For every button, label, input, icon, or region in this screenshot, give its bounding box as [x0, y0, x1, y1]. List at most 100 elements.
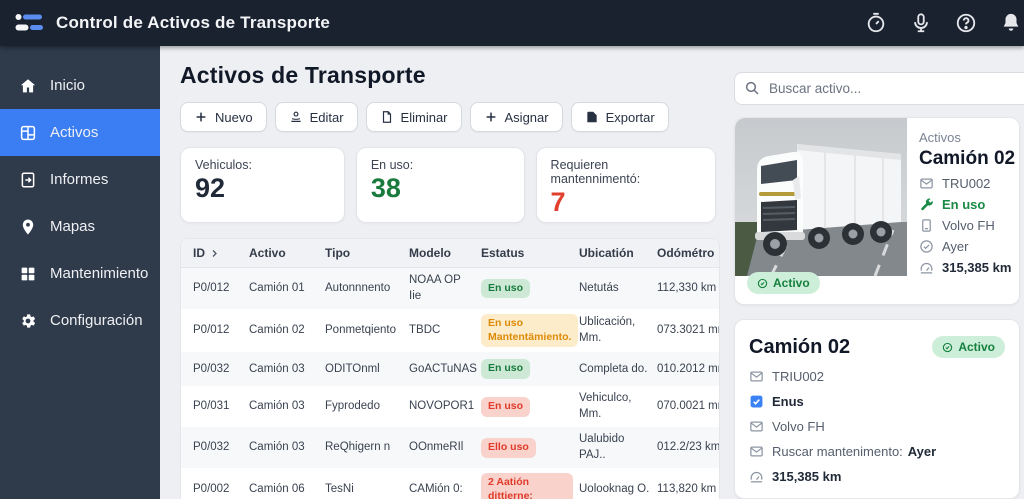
- file-icon: [380, 110, 394, 124]
- info-row: TRIU002: [749, 369, 1005, 384]
- assets-table: ID ActivoTipoModelo Estatus UbicatiónOdómét…: [180, 238, 720, 499]
- cell-activo: Camión 06: [249, 482, 325, 498]
- status-badge: Activo: [747, 272, 820, 294]
- cell-tipo: ODITOnml: [325, 362, 409, 378]
- column-label: Estatus: [481, 246, 524, 260]
- chevron-right-icon: [210, 249, 219, 258]
- cell-odometro: 113,820 km: [657, 482, 718, 498]
- column-header-estatus[interactable]: Estatus: [481, 246, 579, 260]
- button-label: Eliminar: [401, 110, 448, 125]
- cell-ubicacion: Ublicación, Mm.: [579, 315, 657, 346]
- status-badge: En uso: [481, 279, 530, 299]
- sidebar-item-informes[interactable]: Informes: [0, 156, 160, 203]
- sidebar-item-configuración[interactable]: Configuración: [0, 297, 160, 344]
- assets-icon: [19, 124, 37, 142]
- info-text: Volvo FH: [772, 419, 825, 434]
- table-row[interactable]: P0/012Camión 01AutonnnentoNOAA OP IieEn …: [181, 268, 719, 309]
- column-header-odómétro[interactable]: Odómétro: [657, 246, 714, 260]
- status-badge: Activo: [932, 336, 1005, 358]
- column-header-ubicatión[interactable]: Ubicatión: [579, 246, 657, 260]
- info-row: Ruscar mantenimento: Ayer: [749, 444, 1005, 459]
- info-row: Volvo FH: [919, 218, 1015, 233]
- envelope-icon: [749, 369, 764, 384]
- cell-activo: Camión 01: [249, 281, 325, 297]
- cell-estatus: En uso Mantentämiento.: [481, 314, 579, 347]
- info-row: Volvo FH: [749, 419, 1005, 434]
- table-row[interactable]: P0/032Camión 03ODITOnmlGoACTuNASEn usoCo…: [181, 352, 719, 386]
- editar-button[interactable]: Editar: [275, 102, 358, 132]
- eliminar-button[interactable]: Eliminar: [366, 102, 462, 132]
- featured-asset-info: Activos Camión 02 TRU002En usoVolvo FHAy…: [907, 118, 1015, 304]
- featured-asset-card[interactable]: Activos Camión 02 TRU002En usoVolvo FHAy…: [734, 117, 1020, 305]
- column-header-activo[interactable]: Activo: [249, 246, 325, 260]
- asignar-button[interactable]: Asignar: [470, 102, 563, 132]
- info-text: En uso: [942, 197, 985, 212]
- stat-card-mantenimiento: Requieren mantennimentó: 7: [536, 147, 716, 223]
- table-row[interactable]: P0/032Camión 03ReQhigern nOOnmeRIlEllo u…: [181, 427, 719, 468]
- table-header: ID ActivoTipoModelo Estatus UbicatiónOdómét…: [181, 239, 719, 268]
- edit-icon: [289, 110, 303, 124]
- main-content: Activos de Transporte NuevoEditarElimina…: [160, 46, 728, 499]
- badge-check-icon: [757, 278, 768, 289]
- plus-icon: [194, 110, 208, 124]
- sidebar-item-mantenimiento[interactable]: Mantenimiento: [0, 250, 160, 297]
- sidebar-item-label: Configuración: [50, 312, 143, 329]
- toolbar: Nuevo Editar Eliminar Asignar Exportar: [180, 102, 716, 132]
- cell-id: P0/032: [193, 362, 249, 378]
- column-label: Modelo: [409, 246, 451, 260]
- search-input[interactable]: [734, 72, 1024, 105]
- column-header-modelo[interactable]: Modelo: [409, 246, 481, 260]
- sidebar-item-activos[interactable]: Activos: [0, 109, 160, 156]
- timer-icon[interactable]: [865, 12, 887, 34]
- stat-label: Vehiculos:: [195, 158, 330, 172]
- info-text: 315,385 km: [942, 260, 1011, 275]
- info-text: Ruscar mantenimento:: [772, 444, 903, 459]
- column-header-id[interactable]: ID: [193, 246, 249, 260]
- featured-title: Camión 02: [919, 148, 1015, 170]
- stat-label: En uso:: [371, 158, 510, 172]
- table-row[interactable]: P0/002Camión 06TesNiCAMión 0:2 Aatión di…: [181, 468, 719, 499]
- sidebar-item-label: Mapas: [50, 218, 95, 235]
- cell-activo: Camión 03: [249, 362, 325, 378]
- table-body: P0/012Camión 01AutonnnentoNOAA OP IieEn …: [181, 268, 719, 499]
- cell-modelo: GoACTuNAS: [409, 362, 481, 378]
- nuevo-button[interactable]: Nuevo: [180, 102, 267, 132]
- button-label: Editar: [310, 110, 344, 125]
- envelope-icon: [919, 176, 934, 191]
- cell-tipo: TesNi: [325, 482, 409, 498]
- sidebar-item-mapas[interactable]: Mapas: [0, 203, 160, 250]
- bell-icon[interactable]: [1000, 12, 1022, 34]
- cell-odometro: 112,330 km: [657, 281, 718, 297]
- sidebar-item-inicio[interactable]: Inicio: [0, 62, 160, 109]
- column-header-tipo[interactable]: Tipo: [325, 246, 409, 260]
- status-badge: 2 Aatión dittierne:: [481, 473, 573, 499]
- stat-cards: Vehiculos: 92 En uso: 38 Requieren mante…: [180, 147, 716, 223]
- exportar-button[interactable]: Exportar: [571, 102, 669, 132]
- cell-estatus: En uso: [481, 359, 579, 379]
- cell-ubicacion: Uolooknag O.: [579, 482, 657, 498]
- cell-modelo: CAMión 0:: [409, 482, 481, 498]
- info-text: 315,385 km: [772, 469, 841, 484]
- stat-value: 38: [371, 174, 510, 204]
- cell-id: P0/012: [193, 323, 249, 339]
- stat-label: Requieren mantennimentó:: [551, 158, 701, 186]
- cell-tipo: Fyprodedo: [325, 399, 409, 415]
- microphone-icon[interactable]: [910, 12, 932, 34]
- column-label: Odómétro: [657, 246, 714, 260]
- app-window: Control de Activos de Transporte InicioA…: [0, 0, 1024, 499]
- table-row[interactable]: P0/012Camión 02PonmetqientoTBDCEn uso Ma…: [181, 309, 719, 352]
- cell-ubicacion: Vehiculco, Mm.: [579, 391, 657, 422]
- export-icon: [585, 110, 599, 124]
- info-row: 315,385 km: [919, 260, 1015, 275]
- column-label: ID: [193, 246, 205, 260]
- info-row: TRU002: [919, 176, 1015, 191]
- map-pin-icon: [19, 218, 37, 236]
- cell-activo: Camión 03: [249, 399, 325, 415]
- info-row: 315,385 km: [749, 469, 1005, 484]
- info-text-bold: Ayer: [908, 444, 936, 459]
- cell-tipo: Autonnnento: [325, 281, 409, 297]
- help-icon[interactable]: [955, 12, 977, 34]
- table-row[interactable]: P0/031Camión 03FyprodedoNOVOPOR1En usoVe…: [181, 386, 719, 427]
- sidebar-item-label: Mantenimiento: [50, 265, 148, 282]
- cell-ubicacion: Completa do.: [579, 362, 657, 378]
